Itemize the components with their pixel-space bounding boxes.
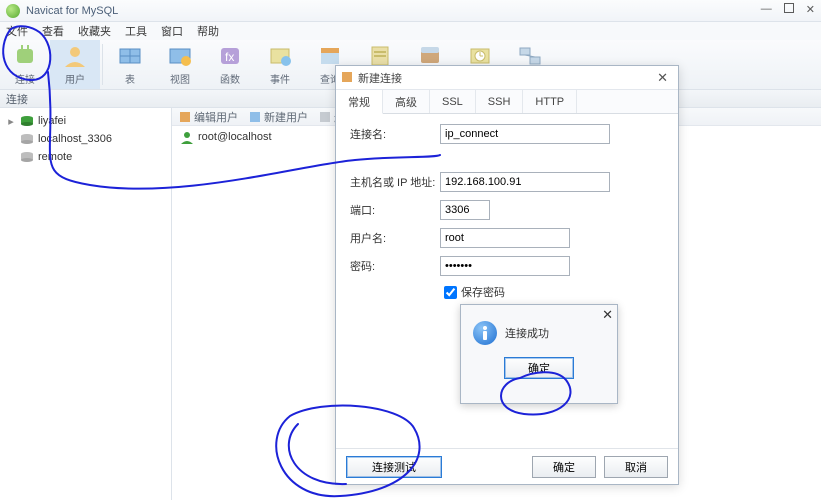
menu-fav[interactable]: 收藏夹 (78, 23, 111, 39)
tab-general[interactable]: 常规 (336, 90, 383, 114)
btn-cancel[interactable]: 取消 (604, 456, 668, 478)
conn-remote[interactable]: ▸ remote (0, 148, 171, 166)
btn-edit-user[interactable]: 编辑用户 (180, 109, 238, 125)
pencil-icon (180, 112, 192, 124)
menubar: 文件 查看 收藏夹 工具 窗口 帮助 (0, 22, 821, 40)
tb-user[interactable]: 用户 (50, 40, 100, 89)
caret-icon[interactable]: ▸ (6, 115, 16, 128)
app-logo-icon (6, 4, 20, 18)
conn-liyafei[interactable]: ▸ liyafei (0, 112, 171, 130)
view-icon (166, 43, 194, 69)
dialog-icon (342, 72, 354, 84)
menu-window[interactable]: 窗口 (161, 23, 183, 39)
maximize-icon[interactable] (784, 3, 794, 16)
table-icon (116, 43, 144, 69)
menu-help[interactable]: 帮助 (197, 23, 219, 39)
tb-func[interactable]: fx函数 (205, 40, 255, 89)
label-host: 主机名或 IP 地址: (350, 174, 440, 190)
plug-icon (11, 43, 39, 69)
tb-event[interactable]: 事件 (255, 40, 305, 89)
tab-advanced[interactable]: 高级 (383, 90, 430, 113)
dialog-titlebar: 新建连接 ✕ (336, 66, 678, 90)
dialog-title: 新建连接 (358, 70, 402, 86)
msgbox-text: 连接成功 (505, 325, 549, 341)
label-port: 端口: (350, 202, 440, 218)
tab-http[interactable]: HTTP (523, 90, 577, 113)
btn-test-connection[interactable]: 连接测试 (346, 456, 442, 478)
titlebar: Navicat for MySQL — ✕ (0, 0, 821, 22)
tb-table[interactable]: 表 (105, 40, 155, 89)
tab-ssh[interactable]: SSH (476, 90, 524, 113)
func-icon: fx (216, 43, 244, 69)
trash-icon (320, 112, 332, 124)
tb-connect[interactable]: 连接 (0, 40, 50, 89)
new-connection-dialog: 新建连接 ✕ 常规 高级 SSL SSH HTTP 连接名: 主机名或 IP 地… (335, 65, 679, 485)
user-icon (180, 130, 194, 144)
window-controls: — ✕ (761, 3, 815, 16)
menu-file[interactable]: 文件 (6, 23, 28, 39)
msgbox-ok-button[interactable]: 确定 (504, 357, 574, 379)
db-icon (20, 114, 34, 128)
user-icon (61, 43, 89, 69)
menu-view[interactable]: 查看 (42, 23, 64, 39)
svg-text:fx: fx (225, 50, 234, 64)
input-host[interactable] (440, 172, 610, 192)
sidebar: ▸ liyafei ▸ localhost_3306 ▸ remote (0, 108, 172, 500)
close-icon[interactable]: ✕ (806, 3, 815, 16)
label-user: 用户名: (350, 230, 440, 246)
label-save-pwd: 保存密码 (461, 284, 505, 300)
menu-tools[interactable]: 工具 (125, 23, 147, 39)
msgbox-success: ✕ 连接成功 确定 (460, 304, 618, 404)
db-icon (20, 150, 34, 164)
dialog-body: 连接名: 主机名或 IP 地址: 端口: 用户名: 密码: 保存密码 ✕ (336, 114, 678, 448)
tab-ssl[interactable]: SSL (430, 90, 476, 113)
label-pwd: 密码: (350, 258, 440, 274)
input-conn-name[interactable] (440, 124, 610, 144)
app-title: Navicat for MySQL (26, 5, 118, 17)
dialog-footer: 连接测试 确定 取消 (336, 448, 678, 484)
input-port[interactable] (440, 200, 490, 220)
tb-view[interactable]: 视图 (155, 40, 205, 89)
btn-ok[interactable]: 确定 (532, 456, 596, 478)
plus-icon (250, 112, 262, 124)
msgbox-close-icon[interactable]: ✕ (602, 307, 613, 323)
dialog-close-icon[interactable]: ✕ (653, 70, 672, 86)
info-icon (473, 321, 497, 345)
conn-localhost[interactable]: ▸ localhost_3306 (0, 130, 171, 148)
input-pwd[interactable] (440, 256, 570, 276)
input-user[interactable] (440, 228, 570, 248)
minimize-icon[interactable]: — (761, 3, 772, 16)
db-icon (20, 132, 34, 146)
chk-save-pwd[interactable] (444, 286, 457, 299)
dialog-tabs: 常规 高级 SSL SSH HTTP (336, 90, 678, 114)
section-label: 连接 (6, 91, 28, 107)
btn-new-user[interactable]: 新建用户 (250, 109, 308, 125)
event-icon (266, 43, 294, 69)
label-conn-name: 连接名: (350, 126, 440, 142)
